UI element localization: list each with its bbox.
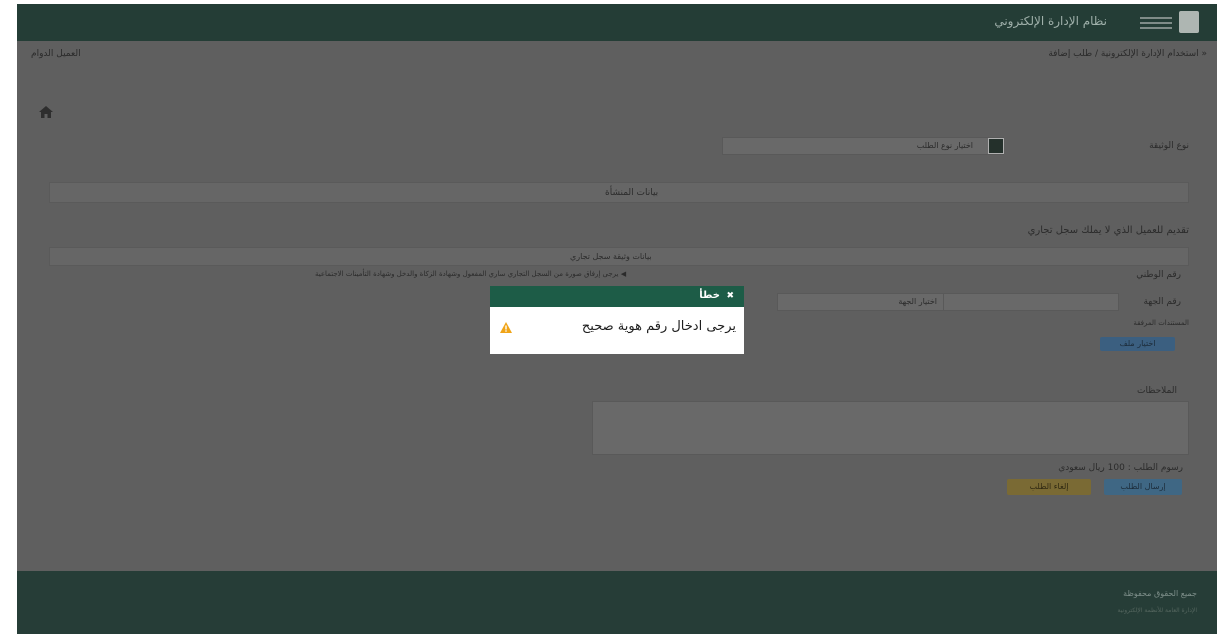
- cancel-button[interactable]: إلغاء الطلب: [1007, 479, 1091, 495]
- home-icon[interactable]: [39, 106, 53, 118]
- section-title-entity: بيانات المنشأة: [605, 188, 659, 198]
- top-navbar: نظام الإدارة الإلكتروني: [17, 4, 1217, 41]
- request-type-label: نوع الوثيقة: [1149, 141, 1189, 151]
- section-title-commercial: بيانات وثيقة سجل تجاري: [570, 252, 652, 261]
- entity-number-label: رقم الجهة: [1143, 297, 1181, 307]
- request-type-checkbox[interactable]: [988, 138, 1004, 154]
- footer-subtext: الإدارة العامة للأنظمة الإلكترونية: [1117, 607, 1197, 614]
- app-title: نظام الإدارة الإلكتروني: [994, 14, 1107, 28]
- modal-message: يرجى ادخال رقم هوية صحيح: [581, 319, 736, 334]
- choose-file-button[interactable]: اختيار ملف: [1100, 337, 1175, 351]
- entity-select-placeholder: اختيار الجهة: [898, 297, 937, 306]
- submit-button[interactable]: إرسال الطلب: [1104, 479, 1182, 495]
- fee-label: رسوم الطلب : 100 ريال سعودي: [1058, 463, 1183, 473]
- hamburger-menu-icon[interactable]: [1140, 14, 1172, 30]
- user-name-link[interactable]: العميل الدوام: [31, 49, 81, 59]
- national-id-label: رقم الوطني: [1136, 270, 1181, 280]
- modal-title: خطأ ✖: [699, 290, 734, 301]
- note-text: ◀ يرجى إرفاق صورة من السجل التجاري ساري …: [315, 270, 627, 278]
- logo-icon[interactable]: [1179, 11, 1199, 33]
- attachment-label: المستندات المرفقة: [1133, 319, 1189, 327]
- footer-copyright: جميع الحقوق محفوظة: [1123, 589, 1197, 598]
- error-modal: خطأ ✖ يرجى ادخال رقم هوية صحيح: [490, 286, 744, 354]
- breadcrumb[interactable]: « استخدام الإدارة الإلكترونية / طلب إضاف…: [1048, 49, 1207, 59]
- entity-number-input[interactable]: [937, 293, 1119, 311]
- warning-icon: [500, 322, 512, 333]
- notes-textarea[interactable]: [592, 401, 1189, 455]
- section2-title: تقديم للعميل الذي لا يملك سجل تجاري: [1027, 225, 1189, 236]
- footer: جميع الحقوق محفوظة الإدارة العامة للأنظم…: [17, 571, 1217, 634]
- modal-body: يرجى ادخال رقم هوية صحيح: [490, 307, 744, 354]
- entity-select[interactable]: اختيار الجهة: [777, 293, 944, 311]
- app-window: نظام الإدارة الإلكتروني « استخدام الإدار…: [17, 4, 1217, 634]
- section-header-commercial: بيانات وثيقة سجل تجاري: [49, 247, 1189, 266]
- notes-label: الملاحظات: [1137, 386, 1177, 396]
- modal-title-text: خطأ: [699, 290, 720, 301]
- section-header-entity: بيانات المنشأة: [49, 182, 1189, 203]
- request-type-value: اختيار نوع الطلب: [916, 141, 973, 150]
- request-type-select[interactable]: اختيار نوع الطلب: [722, 137, 1004, 155]
- modal-header: خطأ ✖: [490, 286, 744, 307]
- close-icon[interactable]: ✖: [726, 291, 734, 301]
